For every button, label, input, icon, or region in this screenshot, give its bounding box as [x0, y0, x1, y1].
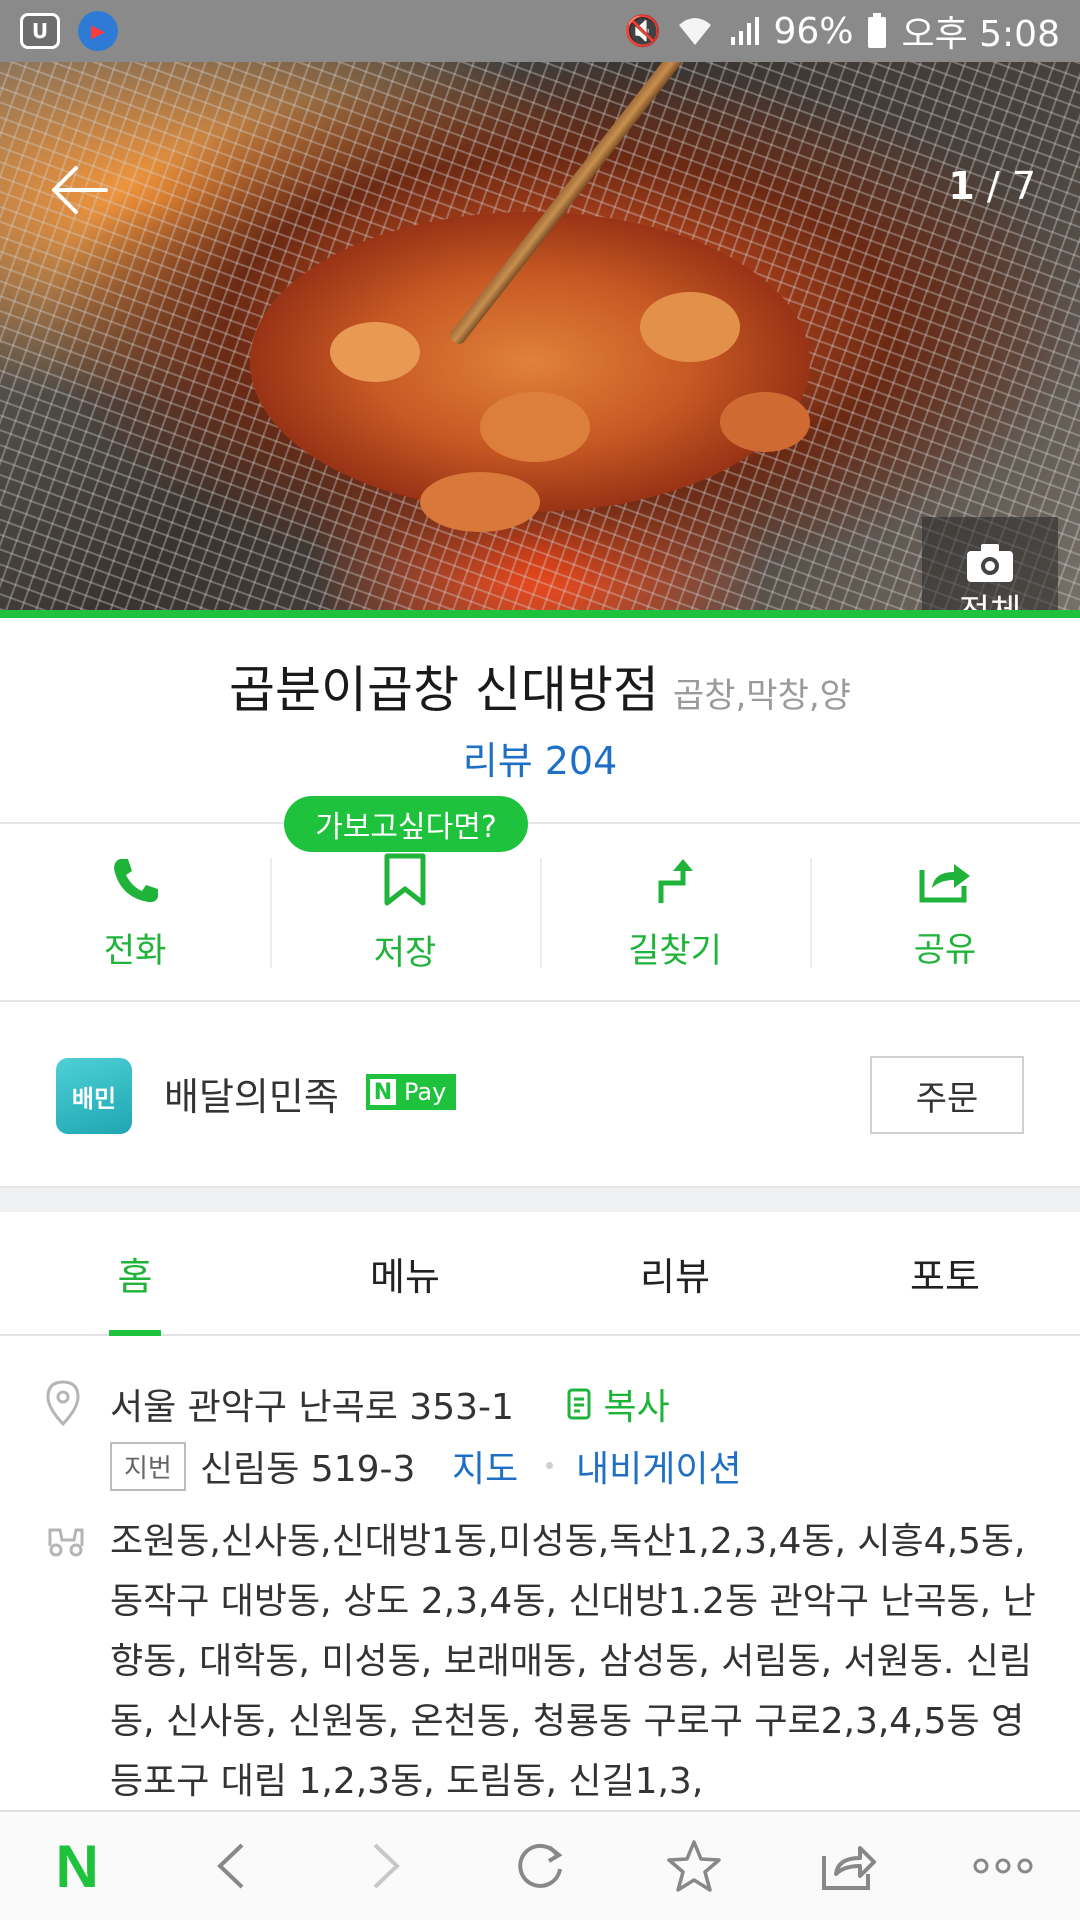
action-bar: 전화 저장 길찾기 공유	[0, 826, 1080, 1000]
clock: 오후 5:08	[901, 14, 1060, 55]
browser-bookmark-button[interactable]	[649, 1821, 739, 1911]
bookmark-icon	[384, 853, 426, 905]
road-address: 서울 관악구 난곡로 353-1	[110, 1387, 514, 1428]
tab-menu[interactable]: 메뉴	[270, 1212, 540, 1334]
hero-accent-line	[0, 610, 1080, 618]
browser-forward-button[interactable]	[341, 1821, 431, 1911]
directions-icon	[658, 858, 693, 903]
chevron-right-icon	[373, 1843, 400, 1889]
divider	[0, 822, 1080, 824]
place-name: 곱분이곱창 신대방점	[229, 661, 659, 719]
lot-address: 신림동 519-3	[200, 1449, 416, 1490]
share-label: 공유	[913, 929, 977, 970]
share-icon	[821, 1846, 876, 1890]
wifi-icon	[679, 18, 712, 45]
food-piece	[640, 292, 740, 362]
battery-percent: 96%	[773, 10, 854, 52]
food-piece	[720, 392, 810, 452]
section-separator	[0, 1186, 1080, 1212]
share-button[interactable]: 공유	[810, 826, 1080, 1000]
delivery-service-name: 배달의민족	[164, 1075, 339, 1119]
naver-logo: N	[55, 1832, 99, 1900]
browser-toolbar: N	[0, 1810, 1080, 1920]
phone-icon	[114, 858, 158, 902]
tab-review[interactable]: 리뷰	[540, 1212, 810, 1334]
tab-home[interactable]: 홈	[0, 1212, 270, 1336]
food-piece	[330, 322, 420, 382]
save-label: 저장	[373, 932, 437, 973]
photo-page-current: 1	[948, 164, 975, 208]
naver-home-button[interactable]: N	[32, 1821, 122, 1911]
order-button[interactable]: 주문	[870, 1056, 1024, 1134]
location-pin-icon	[46, 1380, 80, 1426]
refresh-icon	[518, 1843, 563, 1888]
call-button[interactable]: 전화	[0, 826, 270, 1000]
npay-badge: N Pay	[366, 1074, 457, 1110]
status-bar: U ▶ 🔇 96% 오후 5:08	[0, 0, 1080, 62]
baemin-logo: 배민	[56, 1058, 132, 1134]
back-arrow-icon[interactable]	[46, 162, 110, 218]
video-app-icon: ▶	[78, 11, 118, 51]
photo-page-counter: 1 / 7	[948, 164, 1036, 208]
share-icon	[919, 863, 970, 902]
navigation-link[interactable]: 내비게이션	[576, 1440, 742, 1492]
browser-refresh-button[interactable]	[495, 1821, 585, 1911]
signal-icon	[731, 17, 760, 45]
status-bar-right: 🔇 96% 오후 5:08	[624, 5, 1060, 57]
mute-icon: 🔇	[624, 13, 662, 49]
photo-page-total: 7	[1011, 164, 1036, 208]
npay-label: Pay	[404, 1078, 447, 1106]
directions-label: 길찾기	[628, 930, 722, 971]
camera-icon	[967, 543, 1013, 582]
npay-n-logo: N	[370, 1079, 396, 1105]
lot-number-badge: 지번	[110, 1442, 186, 1491]
chevron-left-icon	[217, 1843, 244, 1889]
map-link[interactable]: 지도	[452, 1440, 518, 1492]
copy-address-button[interactable]: 복사	[566, 1378, 670, 1430]
hero-photo[interactable]: 1 / 7 전체	[0, 62, 1080, 610]
delivery-scooter-icon	[48, 1528, 84, 1557]
separator-dot	[546, 1462, 553, 1469]
review-count-link[interactable]: 리뷰 204	[0, 730, 1080, 785]
delivery-area-text: 조원동,신사동,신대방1동,미성동,독산1,2,3,4동, 시흥4,5동, 동작…	[110, 1521, 1036, 1802]
browser-share-button[interactable]	[804, 1821, 894, 1911]
copy-label: 복사	[603, 1387, 670, 1428]
battery-icon	[868, 13, 887, 48]
place-category: 곱창,막창,양	[672, 676, 851, 716]
browser-back-button[interactable]	[186, 1821, 276, 1911]
save-button[interactable]: 저장	[270, 826, 540, 1000]
save-tooltip: 가보고싶다면?	[284, 796, 528, 852]
food-piece	[480, 392, 590, 462]
browser-more-button[interactable]	[958, 1821, 1048, 1911]
more-dots-icon	[973, 1858, 1033, 1874]
star-icon	[667, 1840, 722, 1892]
place-title-row: 곱분이곱창 신대방점 곱창,막창,양	[0, 650, 1080, 722]
status-bar-left: U ▶	[20, 11, 118, 51]
delivery-row: 배민 배달의민족 N Pay 주문	[0, 1000, 1080, 1186]
copy-icon	[567, 1388, 591, 1420]
tab-bar: 홈 메뉴 리뷰 포토	[0, 1212, 1080, 1336]
call-label: 전화	[103, 930, 167, 971]
app-notification-icon: U	[20, 13, 60, 49]
view-all-label: 전체	[959, 584, 1022, 611]
food-piece	[420, 472, 540, 532]
tab-photo[interactable]: 포토	[810, 1212, 1080, 1334]
view-all-photos-button[interactable]: 전체	[922, 517, 1058, 610]
directions-button[interactable]: 길찾기	[540, 826, 810, 1000]
